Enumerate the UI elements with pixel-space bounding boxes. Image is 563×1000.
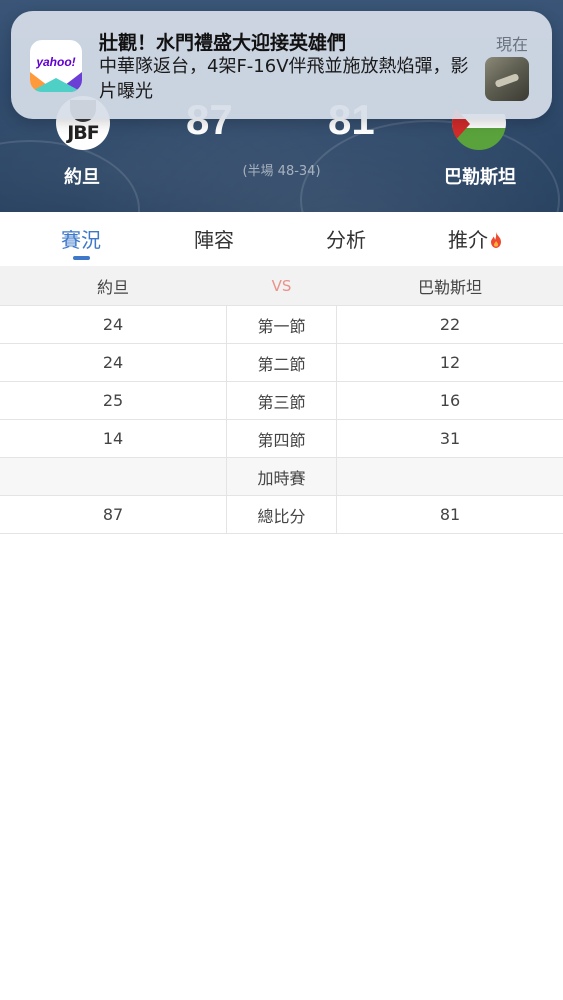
tab-game-status[interactable]: 賽況	[61, 224, 101, 253]
notification-body: 中華隊返台，4架F-16V伴飛並施放熱焰彈，影片曝光	[99, 56, 469, 102]
table-row: 24 第二節 12	[0, 344, 563, 382]
home-period-score: 25	[102, 391, 124, 410]
header-home-team: 約旦	[96, 277, 129, 297]
home-period-score: 24	[102, 315, 124, 334]
table-row: 24 第一節 22	[0, 306, 563, 344]
notification-thumbnail	[485, 57, 529, 101]
header-vs: VS	[271, 276, 292, 295]
period-label: 第二節	[226, 344, 337, 381]
jet-icon	[494, 73, 520, 88]
tab-active-indicator	[73, 256, 90, 260]
notification-title: 壯觀！水門禮盛大迎接英雄們	[99, 32, 347, 54]
yahoo-logo-text: yahoo!	[36, 55, 76, 69]
away-period-score: 16	[439, 391, 461, 410]
tab-bar: 賽況 陣容 分析 推介	[0, 212, 563, 266]
period-label: 加時賽	[226, 458, 337, 495]
header-away-team: 巴勒斯坦	[417, 277, 482, 297]
away-team-name: 巴勒斯坦	[444, 167, 516, 188]
home-total-score: 87	[102, 505, 124, 524]
away-period-score: 12	[439, 353, 461, 372]
away-period-score: 22	[439, 315, 461, 334]
fire-icon	[491, 232, 501, 248]
table-row: 25 第三節 16	[0, 382, 563, 420]
period-label: 第一節	[226, 306, 337, 343]
push-notification[interactable]: yahoo! 壯觀！水門禮盛大迎接英雄們 中華隊返台，4架F-16V伴飛並施放熱…	[11, 11, 552, 119]
total-label: 總比分	[226, 496, 337, 533]
tab-lineup[interactable]: 陣容	[194, 224, 234, 253]
score-table: 約旦 VS 巴勒斯坦 24 第一節 22 24 第二節 12 25 第三節 16…	[0, 266, 563, 534]
away-period-score	[337, 458, 563, 495]
away-total-score: 81	[439, 505, 461, 524]
notification-time: 現在	[495, 35, 528, 54]
tab-analysis[interactable]: 分析	[326, 224, 366, 253]
home-logo-text: JBF	[67, 122, 100, 144]
away-period-score: 31	[439, 429, 461, 448]
tab-recommend-label: 推介	[448, 228, 488, 252]
home-period-score: 24	[102, 353, 124, 372]
table-row: 加時賽	[0, 458, 563, 496]
yahoo-app-icon: yahoo!	[30, 40, 82, 92]
period-label: 第四節	[226, 420, 337, 457]
table-row: 14 第四節 31	[0, 420, 563, 458]
table-row: 87 總比分 81	[0, 496, 563, 534]
home-period-score: 14	[102, 429, 124, 448]
period-label: 第三節	[226, 382, 337, 419]
table-header: 約旦 VS 巴勒斯坦	[0, 266, 563, 306]
home-period-score	[0, 458, 226, 495]
tab-recommend[interactable]: 推介	[448, 224, 502, 253]
